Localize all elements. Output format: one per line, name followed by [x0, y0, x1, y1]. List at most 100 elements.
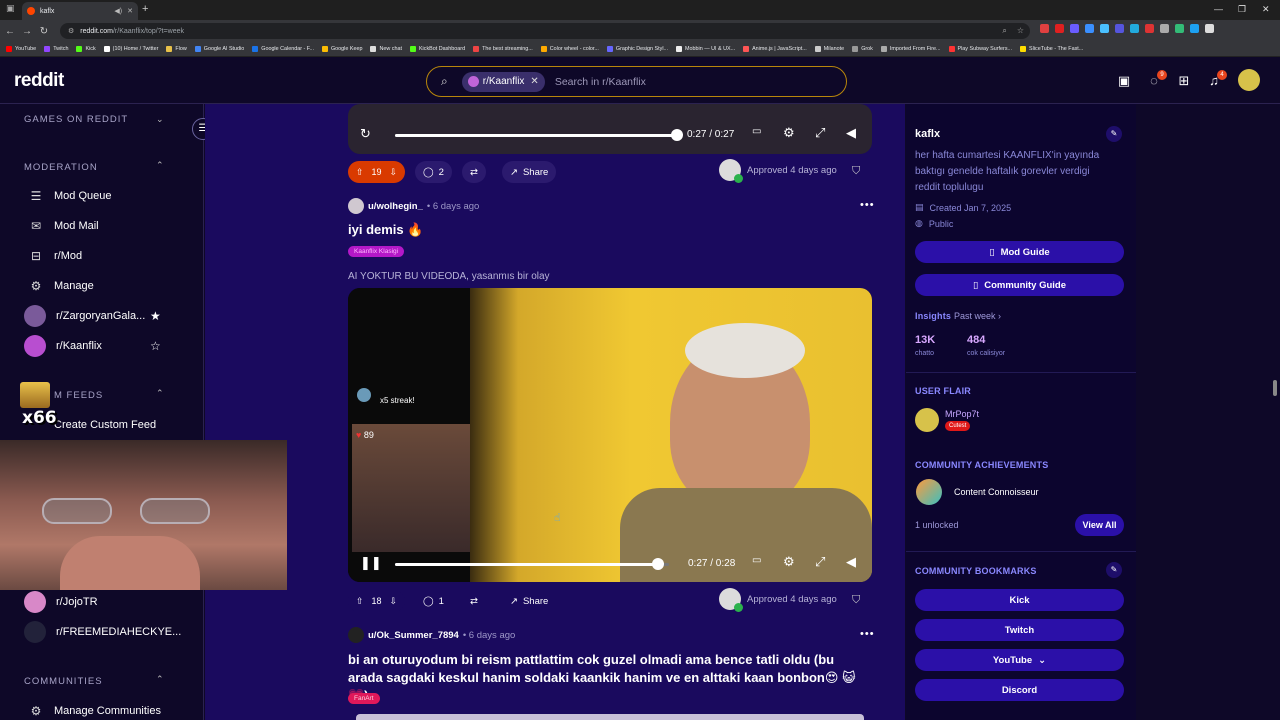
pause-icon[interactable]: ❚❚ — [360, 555, 382, 571]
extension-icon[interactable] — [1160, 24, 1169, 33]
post-flair[interactable]: FanArt — [348, 693, 380, 704]
chevron-up-icon[interactable]: ⌃ — [156, 388, 164, 399]
achievement-name[interactable]: Content Connoisseur — [954, 487, 1039, 497]
custom-feeds-section-label[interactable]: M FEEDS — [54, 390, 103, 401]
bookmark-item[interactable]: Play Subway Surfers... — [948, 46, 1012, 52]
mod-shield-icon[interactable]: ⛉ — [852, 165, 860, 178]
bookmark-item[interactable]: Graphic Design Styl... — [606, 46, 668, 52]
new-tab-icon[interactable]: + — [142, 3, 148, 15]
replay-icon[interactable]: ↻ — [360, 126, 371, 142]
extension-icon[interactable] — [1145, 24, 1154, 33]
post-author[interactable]: u/Ok_Summer_7894 — [368, 630, 459, 641]
volume-icon[interactable]: ◀ — [846, 554, 856, 570]
tab-close-icon[interactable]: ✕ — [127, 7, 133, 15]
forward-icon[interactable]: → — [20, 26, 34, 37]
user-avatar[interactable] — [1238, 69, 1260, 91]
extension-icon[interactable] — [1040, 24, 1049, 33]
games-section-label[interactable]: GAMES ON REDDIT — [24, 114, 128, 125]
edit-pencil-icon[interactable]: ✎ — [1106, 562, 1122, 578]
window-close-icon[interactable]: ✕ — [1262, 4, 1270, 15]
chevron-down-icon[interactable]: ⌄ — [156, 114, 164, 125]
flair-username[interactable]: MrPop7t — [945, 409, 979, 419]
comments-button[interactable]: ◯ 2 — [415, 161, 452, 183]
sidebar-item-manage[interactable]: ⚙ Manage — [28, 276, 94, 296]
edit-pencil-icon[interactable]: ✎ — [1106, 126, 1122, 142]
video-player[interactable]: x5 streak! ♥ 89 ❚❚ 0:27 / 0:28 ▭ ⚙ ⤢ ◀ — [348, 288, 872, 582]
create-post-icon[interactable]: ⊞ — [1176, 73, 1192, 89]
crosspost-button[interactable]: ⇄ — [462, 161, 486, 183]
upvote-icon[interactable]: ⇧ — [356, 596, 364, 607]
reddit-logo[interactable]: reddit — [14, 70, 64, 92]
extension-icon[interactable] — [1190, 24, 1199, 33]
bookmark-item[interactable]: Flow — [166, 46, 187, 52]
create-custom-feed[interactable]: Create Custom Feed — [54, 415, 156, 435]
chevron-up-icon[interactable]: ⌃ — [156, 160, 164, 171]
extension-icon[interactable] — [1070, 24, 1079, 33]
bookmark-star-icon[interactable]: ☆ — [1017, 26, 1024, 36]
mod-guide-button[interactable]: ▯ Mod Guide — [915, 241, 1124, 263]
bookmark-item[interactable]: Twitch — [44, 46, 68, 52]
bookmark-item[interactable]: Milanote — [814, 46, 844, 52]
view-all-button[interactable]: View All — [1075, 514, 1124, 536]
bookmark-item[interactable]: Imported From Fire... — [880, 46, 941, 52]
insights-heading[interactable]: Insights — [915, 311, 951, 321]
bookmark-item[interactable]: New chat — [370, 46, 402, 52]
bookmark-dropdown-button[interactable]: YouTube ⌄ — [915, 649, 1124, 671]
crosspost-button[interactable]: ⇄ — [462, 590, 486, 612]
share-button[interactable]: ↗ Share — [502, 590, 556, 612]
bookmark-button[interactable]: Kick — [915, 589, 1124, 611]
zoom-icon[interactable]: ⌕ — [1002, 26, 1006, 36]
bookmark-item[interactable]: SliceTube - The Fast... — [1020, 46, 1083, 52]
bookmark-item[interactable]: Color wheel - color... — [540, 46, 599, 52]
video-player[interactable]: ↻ 0:27 / 0:27 ▭ ⚙ ⤢ ◀ — [348, 104, 872, 154]
bookmark-item[interactable]: Mobbin — UI & UX... — [676, 46, 735, 52]
extension-icon[interactable] — [1085, 24, 1094, 33]
bookmark-item[interactable]: The best streaming... — [473, 46, 533, 52]
sidebar-item-zargoryan[interactable]: r/ZargoryanGala... — [24, 305, 145, 327]
downvote-icon[interactable]: ⇩ — [390, 167, 398, 178]
bookmark-item[interactable]: Anime.js | JavaScript... — [743, 46, 807, 52]
reload-icon[interactable]: ↻ — [37, 26, 51, 37]
search-community-chip[interactable]: r/Kaanflix ✕ — [461, 71, 545, 92]
bookmark-item[interactable]: Google Calendar - F... — [252, 46, 314, 52]
bookmark-item[interactable]: Google Keep — [321, 46, 362, 52]
minimize-icon[interactable]: — — [1214, 4, 1223, 14]
share-button[interactable]: ↗ Share — [502, 161, 557, 183]
search-input[interactable]: Search in r/Kaanflix — [555, 76, 646, 88]
captions-icon[interactable]: ▭ — [752, 126, 761, 137]
video-scrubber[interactable] — [652, 558, 665, 570]
post-title[interactable]: iyi demis 🔥 — [348, 222, 423, 238]
fullscreen-icon[interactable]: ⤢ — [815, 125, 825, 141]
more-options-icon[interactable]: ••• — [860, 199, 875, 211]
post-author[interactable]: u/wolhegin_ — [368, 201, 423, 212]
site-info-icon[interactable]: ⚙ — [68, 27, 74, 35]
tab-list-icon[interactable]: ▣ — [6, 3, 15, 14]
extension-icon[interactable] — [1175, 24, 1184, 33]
communities-section-label[interactable]: COMMUNITIES — [24, 676, 103, 687]
address-bar[interactable]: ⚙ reddit.com/r/Kaanflix/top/?t=week ⌕ ☆ — [60, 23, 1030, 39]
post-image-preview[interactable] — [356, 714, 864, 720]
sidebar-item-mod-mail[interactable]: ✉ Mod Mail — [28, 216, 99, 236]
advertise-icon[interactable]: ▣ — [1116, 73, 1132, 89]
bookmark-item[interactable]: Grok — [852, 46, 873, 52]
extension-icon[interactable] — [1115, 24, 1124, 33]
extension-icon[interactable] — [1130, 24, 1139, 33]
settings-gear-icon[interactable]: ⚙ — [783, 125, 795, 141]
sidebar-item-jojotr[interactable]: r/JojoTR — [24, 591, 98, 613]
community-guide-button[interactable]: ▯ Community Guide — [915, 274, 1124, 296]
video-scrubber[interactable] — [671, 129, 683, 141]
search-bar[interactable]: ⌕ r/Kaanflix ✕ Search in r/Kaanflix — [426, 66, 847, 97]
chevron-up-icon[interactable]: ⌃ — [156, 674, 164, 685]
bookmark-item[interactable]: (10) Home / Twitter — [103, 46, 158, 52]
comments-button[interactable]: ◯ 1 — [415, 590, 452, 612]
bookmark-button[interactable]: Discord — [915, 679, 1124, 701]
bookmark-item[interactable]: Kick — [76, 46, 96, 52]
sidebar-item-mod-queue[interactable]: ☰ Mod Queue — [28, 186, 112, 206]
chip-close-icon[interactable]: ✕ — [530, 76, 538, 87]
sidebar-item-r-mod[interactable]: ⊟ r/Mod — [28, 246, 82, 266]
downvote-icon[interactable]: ⇩ — [390, 596, 398, 607]
extension-icon[interactable] — [1205, 24, 1214, 33]
bookmark-button[interactable]: Twitch — [915, 619, 1124, 641]
settings-gear-icon[interactable]: ⚙ — [783, 554, 795, 570]
bookmark-item[interactable]: YouTube — [6, 46, 36, 52]
